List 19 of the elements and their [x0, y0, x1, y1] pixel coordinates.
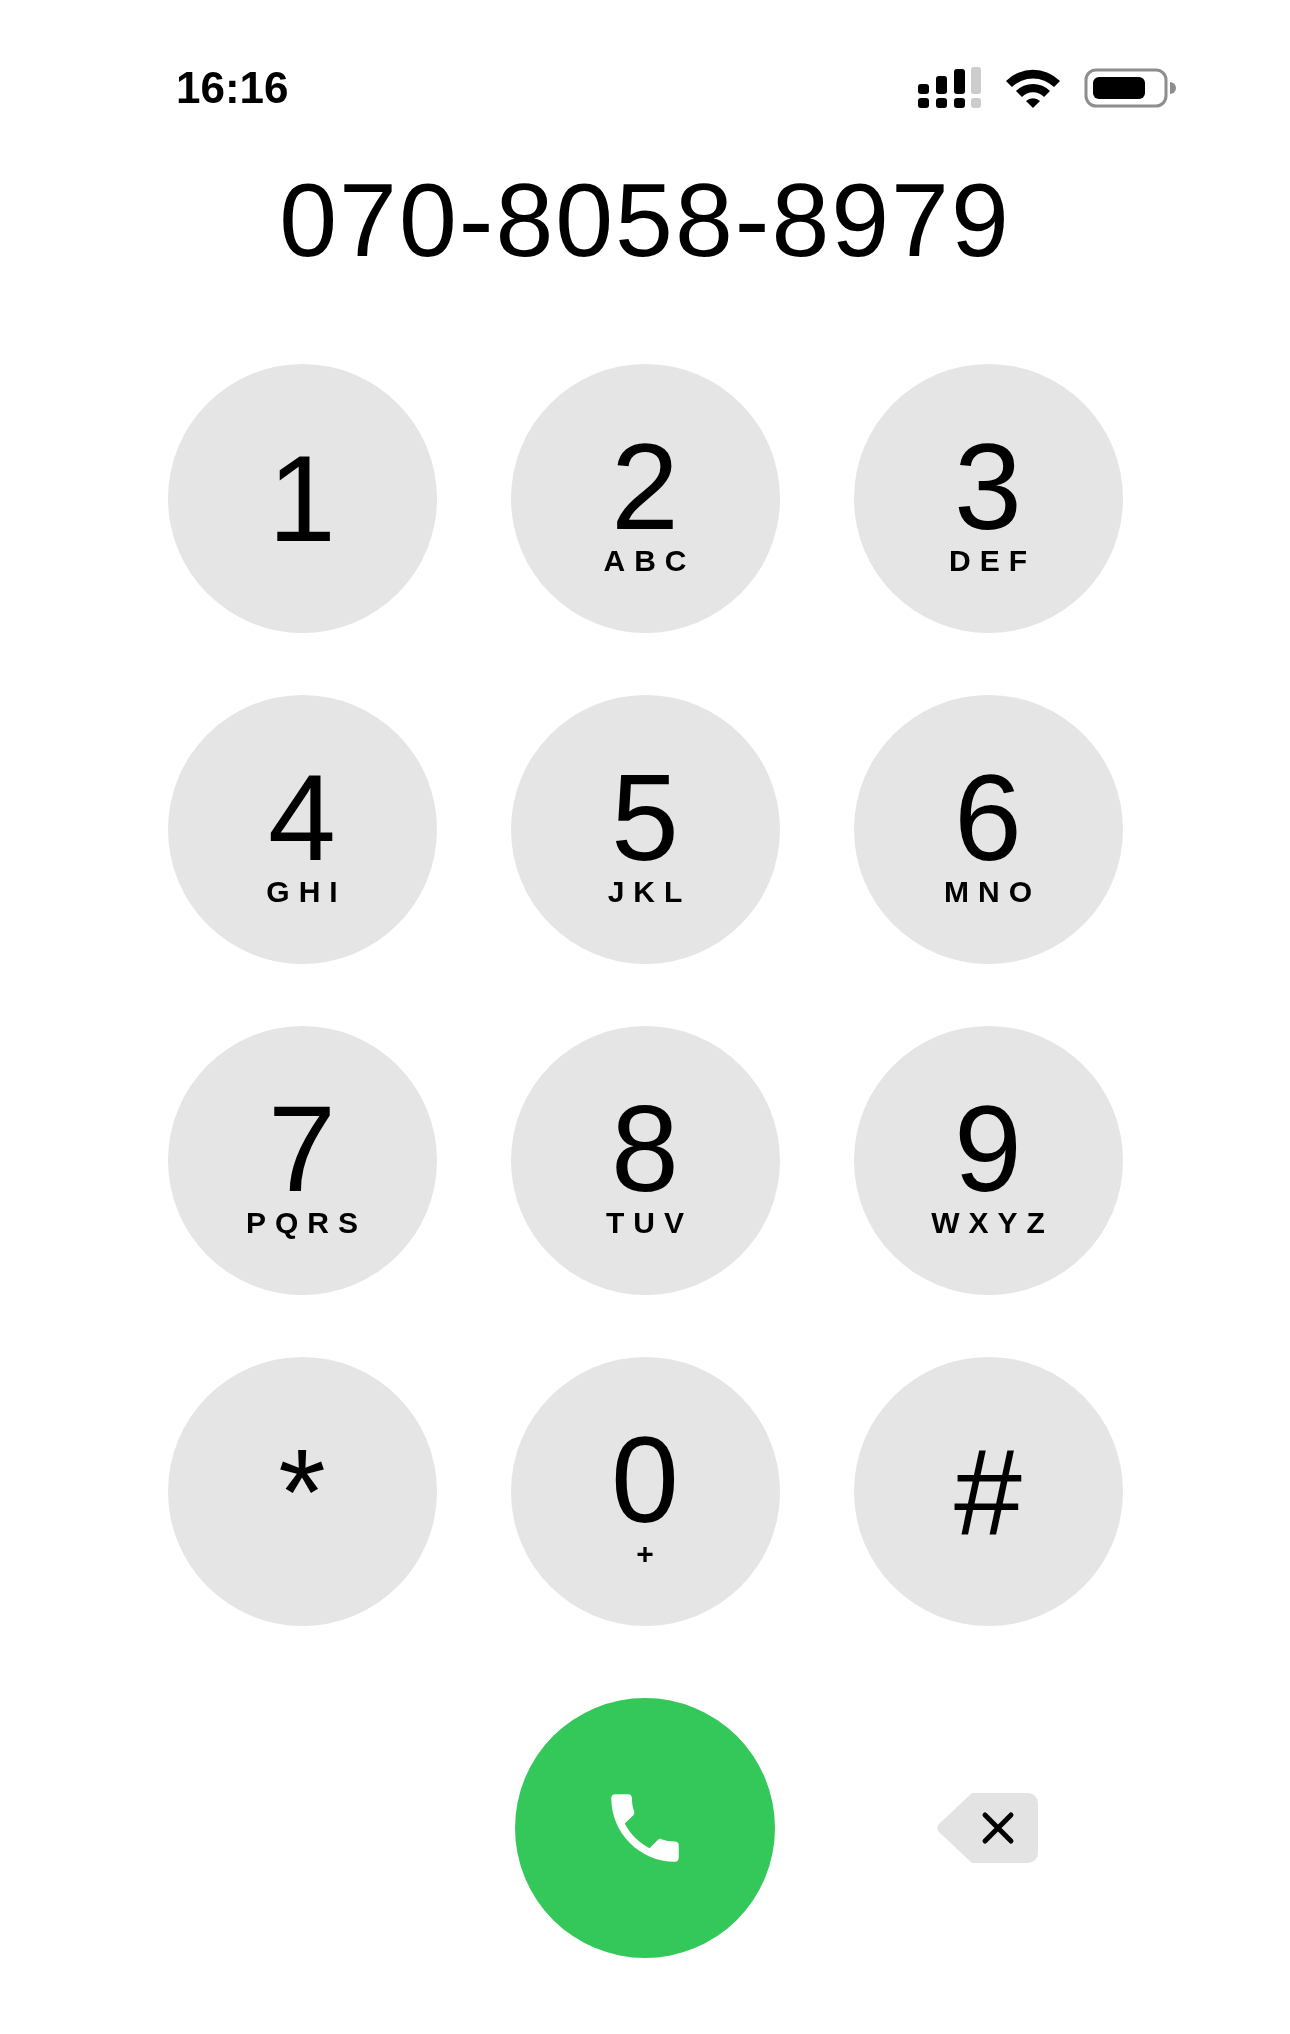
wifi-icon — [1004, 67, 1062, 109]
signal-icon — [918, 67, 982, 109]
dial-key[interactable]: # — [853, 1357, 1123, 1626]
delete-icon — [936, 1791, 1040, 1865]
dial-key[interactable]: 9 WXYZ — [853, 1026, 1123, 1295]
dial-key[interactable]: 0 + — [510, 1357, 780, 1626]
dial-key[interactable]: 7 PQRS — [167, 1026, 437, 1295]
battery-icon — [1084, 68, 1176, 108]
dialed-number: 070-8058-8979 — [279, 168, 1011, 272]
delete-button[interactable] — [936, 1791, 1040, 1865]
dial-key[interactable]: 3 DEF — [853, 364, 1123, 633]
dial-key[interactable]: 5 JKL — [510, 695, 780, 964]
dial-key[interactable]: 4 GHI — [167, 695, 437, 964]
dial-key[interactable]: * — [167, 1357, 437, 1626]
dial-key[interactable]: 8 TUV — [510, 1026, 780, 1295]
dial-key[interactable]: 1 — [167, 364, 437, 633]
dial-key[interactable]: 2 ABC — [510, 364, 780, 633]
status-time: 16:16 — [176, 66, 289, 110]
dial-key[interactable]: 6 MNO — [853, 695, 1123, 964]
